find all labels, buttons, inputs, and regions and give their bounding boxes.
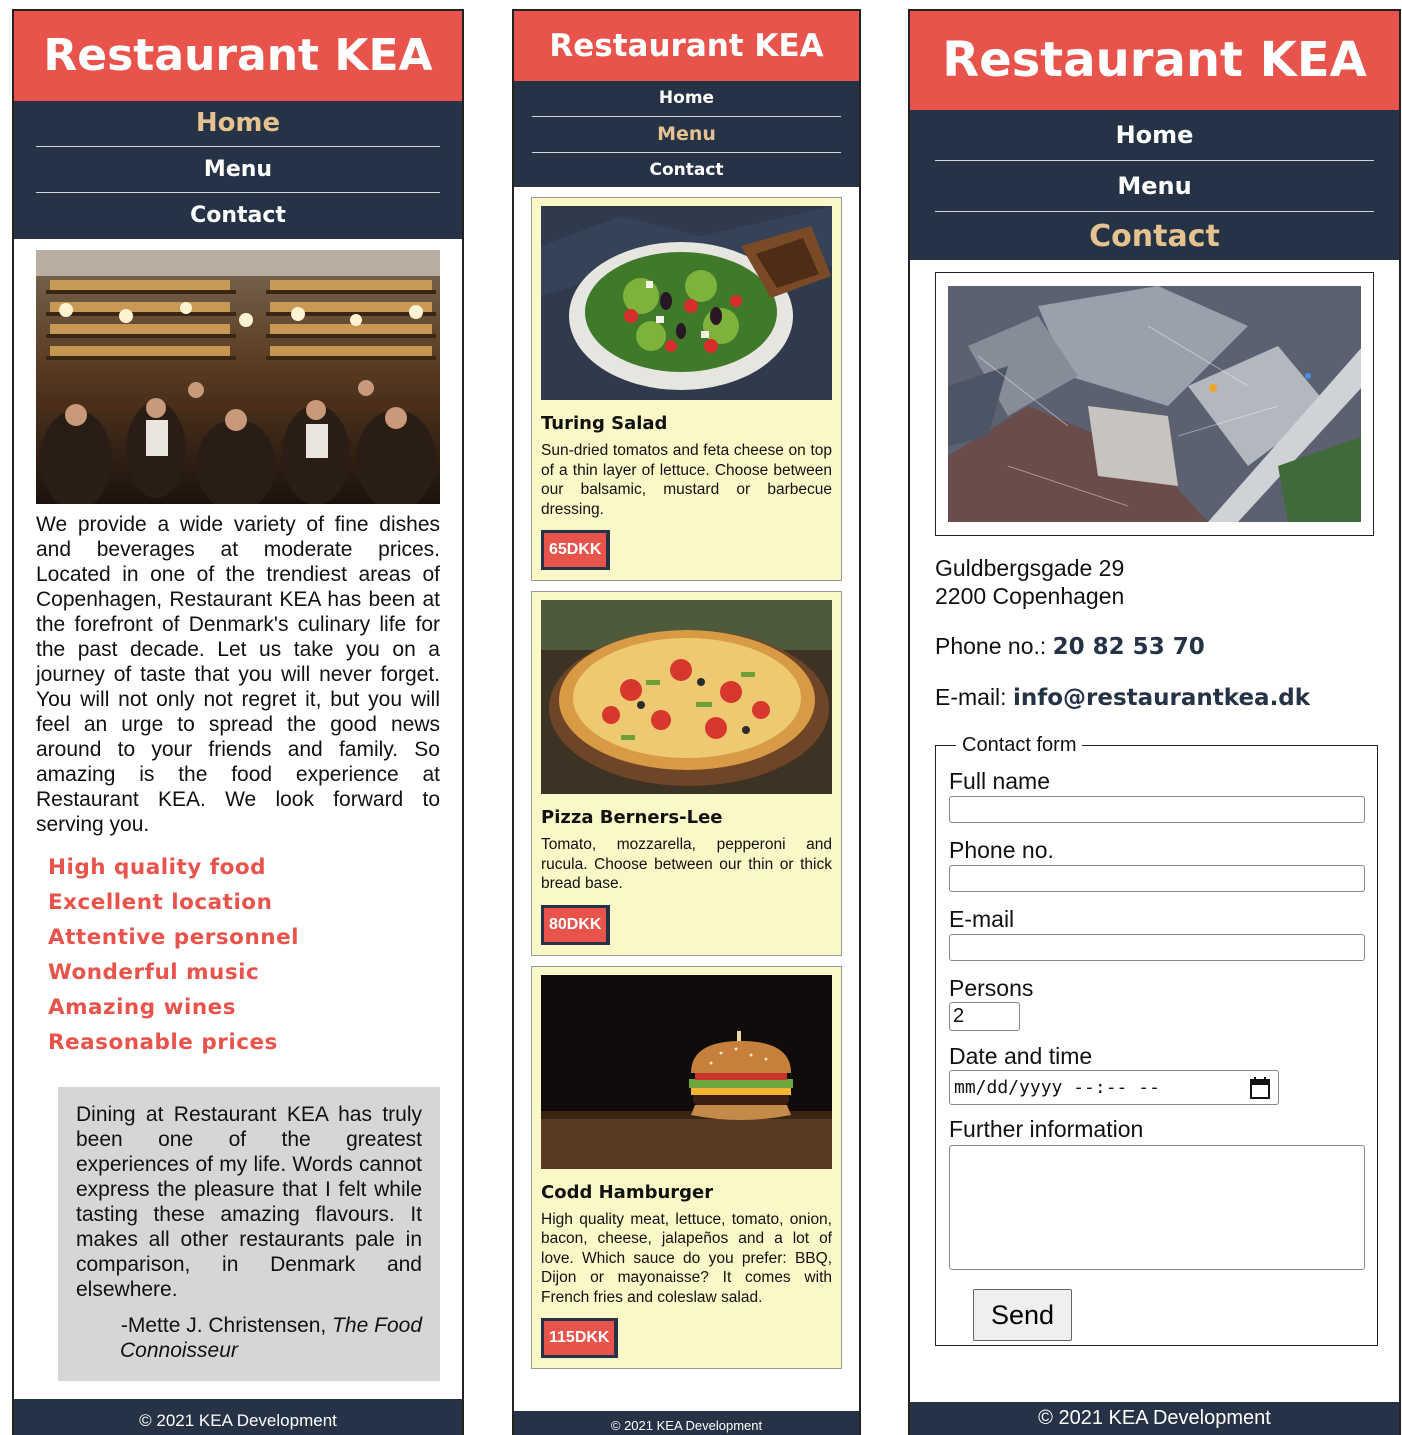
full-name-label: Full name	[949, 768, 1050, 794]
testimonial-text: Dining at Restaurant KEA has truly been …	[76, 1103, 422, 1301]
price-badge: 115DKK	[541, 1318, 619, 1358]
footer: © 2021 KEA Development	[14, 1399, 462, 1435]
datetime-input[interactable]: mm/dd/yyyy --:-- --	[949, 1070, 1279, 1105]
datetime-placeholder: mm/dd/yyyy --:-- --	[954, 1077, 1160, 1098]
list-item: High quality food	[48, 855, 267, 880]
contact-form: Contact form Full name Phone no. E-mail …	[935, 734, 1378, 1346]
site-title: Restaurant KEA	[514, 11, 859, 81]
nav-contact[interactable]: Contact	[935, 212, 1374, 262]
datetime-label: Date and time	[949, 1043, 1093, 1069]
nav-home[interactable]: Home	[935, 110, 1374, 161]
menu-item-name: Codd Hamburger	[541, 1181, 714, 1203]
email-input[interactable]	[949, 934, 1365, 961]
pizza-image	[541, 600, 832, 794]
menu-card: Turing Salad Sun-dried tomatos and feta …	[531, 197, 842, 581]
menu-card: Pizza Berners-Lee Tomato, mozzarella, pe…	[531, 591, 842, 956]
nav-contact[interactable]: Contact	[36, 193, 440, 238]
email-input-label: E-mail	[949, 906, 1015, 932]
list-item: Reasonable prices	[48, 1030, 278, 1055]
home-page: Restaurant KEA Home Menu Contact We prov…	[12, 9, 464, 1435]
menu-page: Restaurant KEA Home Menu Contact Turing …	[512, 9, 861, 1435]
feature-list: High quality food Excellent location Att…	[48, 853, 462, 1063]
further-info-textarea[interactable]	[949, 1145, 1365, 1270]
address: Guldbergsgade 29 2200 Copenhagen	[935, 554, 1374, 610]
testimonial-author: -Mette J. Christensen, The Food Connoiss…	[76, 1313, 422, 1363]
footer: © 2021 KEA Development	[514, 1411, 859, 1435]
phone-input[interactable]	[949, 865, 1365, 892]
menu-card: Codd Hamburger High quality meat, lettuc…	[531, 965, 842, 1369]
map-frame	[935, 272, 1374, 536]
full-name-input[interactable]	[949, 796, 1365, 823]
nav-menu[interactable]: Menu	[36, 147, 440, 193]
price-badge: 65DKK	[541, 530, 611, 570]
price-badge: 80DKK	[541, 904, 611, 945]
calendar-icon[interactable]	[1250, 1077, 1270, 1110]
phone-label: Phone no.:	[935, 633, 1053, 659]
list-item: Wonderful music	[48, 960, 260, 985]
email-line: E-mail: info@restaurantkea.dk	[935, 683, 1374, 712]
phone-number-link[interactable]: 20 82 53 70	[1053, 634, 1205, 660]
email-link[interactable]: info@restaurantkea.dk	[1013, 685, 1310, 711]
phone-input-label: Phone no.	[949, 837, 1054, 863]
list-item: Attentive personnel	[48, 925, 300, 950]
nav-menu[interactable]: Menu	[532, 117, 841, 153]
main-nav: Home Menu Contact	[514, 81, 859, 187]
site-title: Restaurant KEA	[14, 11, 462, 101]
menu-item-description: High quality meat, lettuce, tomato, onio…	[541, 1210, 832, 1306]
phone-line: Phone no.: 20 82 53 70	[935, 632, 1374, 661]
footer: © 2021 KEA Development	[910, 1402, 1399, 1435]
map[interactable]	[948, 286, 1361, 522]
contact-page: Restaurant KEA Home Menu Contact Guldber…	[908, 9, 1401, 1435]
main-nav: Home Menu Contact	[14, 101, 462, 239]
persons-label: Persons	[949, 975, 1034, 1001]
form-legend: Contact form	[962, 734, 1077, 756]
send-button[interactable]: Send	[973, 1289, 1072, 1341]
nav-menu[interactable]: Menu	[935, 161, 1374, 212]
salad-image	[541, 206, 832, 400]
menu-item-name: Pizza Berners-Lee	[541, 807, 723, 828]
intro-text: We provide a wide variety of fine dishes…	[36, 513, 440, 836]
author-name: -Mette J. Christensen,	[120, 1314, 327, 1337]
menu-item-name: Turing Salad	[541, 413, 668, 434]
menu-item-description: Sun-dried tomatos and feta cheese on top…	[541, 442, 832, 518]
list-item: Excellent location	[48, 890, 273, 915]
email-label: E-mail:	[935, 684, 1013, 710]
testimonial: Dining at Restaurant KEA has truly been …	[58, 1087, 440, 1381]
restaurant-interior-image	[36, 250, 440, 504]
main-nav: Home Menu Contact	[910, 110, 1399, 260]
list-item: Amazing wines	[48, 995, 237, 1020]
nav-home[interactable]: Home	[36, 101, 440, 147]
address-city: 2200 Copenhagen	[935, 583, 1125, 609]
address-street: Guldbergsgade 29	[935, 555, 1125, 581]
menu-item-description: Tomato, mozzarella, pepperoni and rucula…	[541, 836, 832, 892]
nav-contact[interactable]: Contact	[532, 153, 841, 188]
hamburger-image	[541, 974, 832, 1169]
nav-home[interactable]: Home	[532, 81, 841, 117]
site-title: Restaurant KEA	[910, 11, 1399, 110]
persons-input[interactable]: 2	[949, 1002, 1020, 1031]
further-info-label: Further information	[949, 1116, 1144, 1142]
